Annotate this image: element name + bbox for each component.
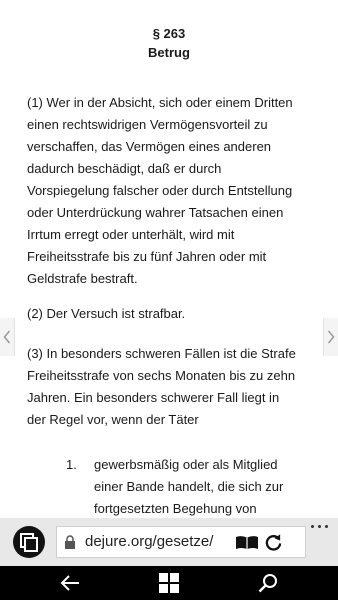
search-icon[interactable] [258, 573, 278, 593]
back-arrow-icon[interactable] [60, 574, 80, 592]
article-content: § 263 Betrug (1) Wer in der Absicht, sic… [0, 0, 338, 518]
text-line: oder Unterdrückung wahrer Tatsachen eine… [27, 205, 284, 220]
url-field[interactable]: dejure.org/gesetze/ [56, 526, 306, 558]
section-number: § 263 [152, 26, 186, 41]
text-line: Freiheitsstrafe von sechs Monaten bis zu… [27, 368, 296, 383]
previous-section-button[interactable] [0, 318, 15, 356]
next-section-button[interactable] [323, 318, 338, 356]
list-item-number: 1. [66, 457, 77, 472]
url-text[interactable]: dejure.org/gesetze/ [85, 532, 237, 552]
tabs-button[interactable] [13, 526, 45, 558]
lock-icon [65, 535, 75, 549]
browser-address-bar: dejure.org/gesetze/ [0, 518, 338, 566]
text-line: (2) Der Versuch ist strafbar. [27, 306, 186, 321]
paragraph-3: (3) In besonders schweren Fällen ist die… [27, 343, 325, 431]
text-line: Freiheitsstrafe bis zu fünf Jahren oder … [27, 249, 267, 264]
text-line: Vorspiegelung falscher oder durch Entste… [27, 183, 293, 198]
chevron-right-icon [327, 330, 335, 344]
text-line: einen rechtswidrigen Vermögensvorteil zu [27, 117, 268, 132]
windows-logo-icon[interactable] [159, 573, 179, 593]
text-line: gewerbsmäßig oder als Mitglied [94, 457, 278, 472]
more-icon [310, 524, 314, 528]
list-item: gewerbsmäßig oder als Mitglied einer Ban… [94, 454, 322, 518]
text-line: dadurch beschädigt, daß er durch [27, 161, 222, 176]
text-line: (1) Wer in der Absicht, sich oder einem … [27, 95, 293, 110]
text-line: Jahren. Ein besonders schwerer Fall lieg… [27, 390, 280, 405]
more-menu-button[interactable] [304, 520, 334, 532]
text-line: fortgesetzten Begehung von [94, 501, 257, 516]
text-line: (3) In besonders schweren Fällen ist die… [27, 346, 296, 361]
section-title: Betrug [148, 45, 190, 60]
reading-view-icon[interactable] [235, 535, 259, 550]
chevron-left-icon [3, 330, 11, 344]
text-line: der Regel vor, wenn der Täter [27, 412, 199, 427]
text-line: verschaffen, das Vermögen eines anderen [27, 139, 272, 154]
windows-navigation-bar [0, 566, 338, 600]
paragraph-2: (2) Der Versuch ist strafbar. [27, 303, 325, 325]
refresh-icon[interactable] [264, 533, 283, 552]
text-line: Irrtum erregt oder unterhält, wird mit [27, 227, 235, 242]
paragraph-1: (1) Wer in der Absicht, sich oder einem … [27, 92, 325, 290]
text-line: Geldstrafe bestraft. [27, 271, 138, 286]
text-line: einer Bande handelt, die sich zur [94, 479, 284, 494]
